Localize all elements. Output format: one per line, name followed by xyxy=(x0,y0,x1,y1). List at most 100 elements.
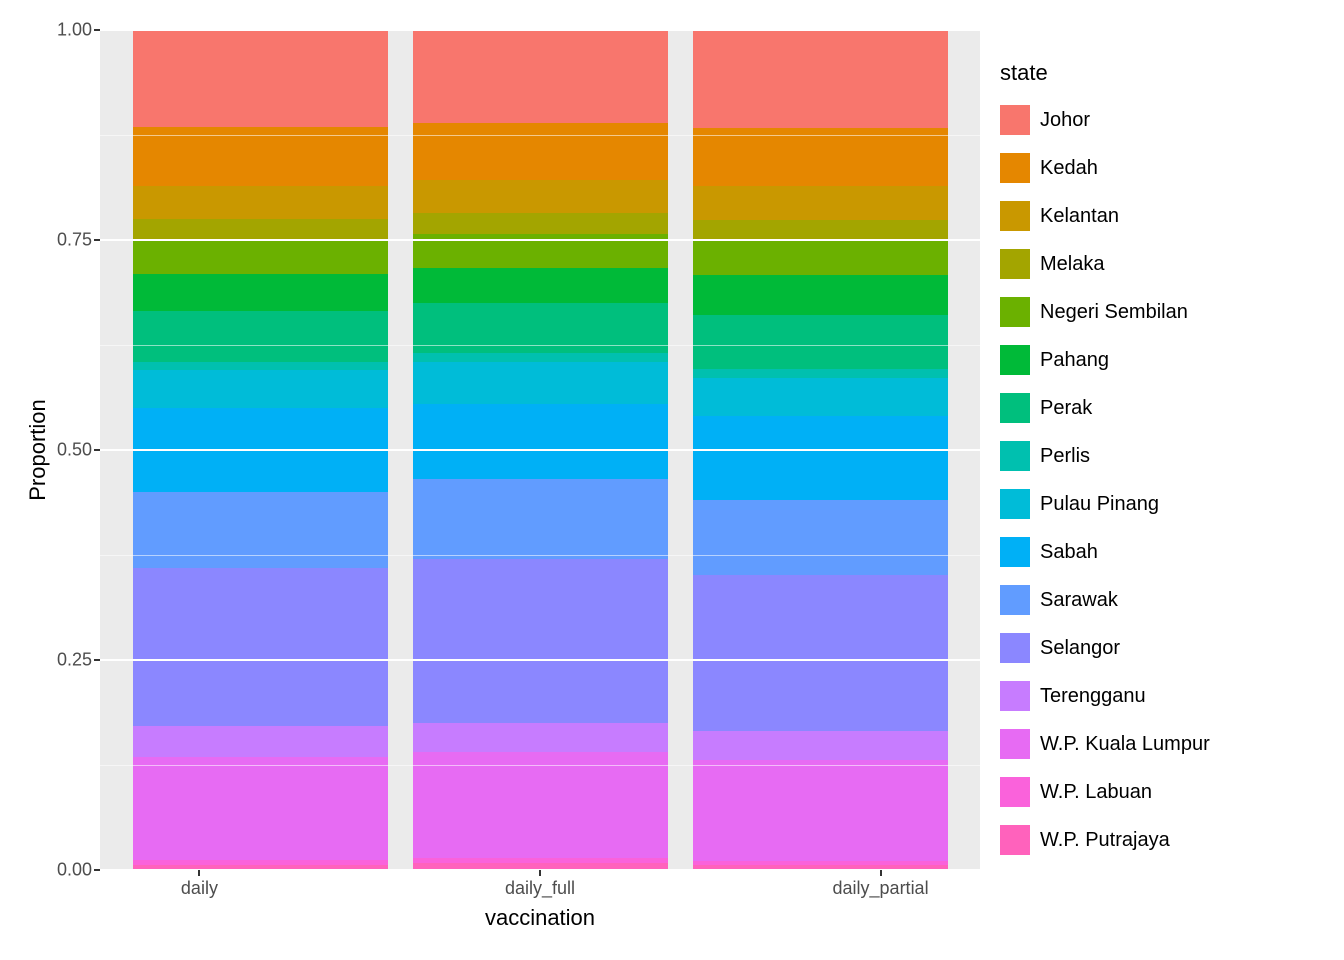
bar-segment xyxy=(133,30,388,127)
legend-swatch xyxy=(1000,585,1030,615)
bar-segment xyxy=(693,220,948,241)
bar-segment xyxy=(413,479,668,559)
x-tick-label: daily_partial xyxy=(833,878,929,899)
legend-label: Terengganu xyxy=(1040,685,1146,708)
bar-segment xyxy=(693,378,948,416)
bar-segment xyxy=(133,240,388,274)
legend-swatch xyxy=(1000,153,1030,183)
legend-swatch xyxy=(1000,105,1030,135)
bar-segment xyxy=(133,186,388,220)
legend-item: Pulau Pinang xyxy=(1000,488,1330,520)
legend-item: W.P. Labuan xyxy=(1000,776,1330,808)
y-tick-label: 0.00 xyxy=(50,860,92,881)
legend-title: state xyxy=(1000,60,1330,86)
legend-item: Sarawak xyxy=(1000,584,1330,616)
legend-label: Johor xyxy=(1040,109,1090,132)
bar-segment xyxy=(133,757,388,859)
bar-segment xyxy=(413,559,668,723)
legend-label: Kelantan xyxy=(1040,205,1119,228)
bar-segment xyxy=(693,575,948,730)
bar-segment xyxy=(693,731,948,760)
legend-item: Pahang xyxy=(1000,344,1330,376)
bar-segment xyxy=(133,370,388,408)
legend-item: W.P. Putrajaya xyxy=(1000,824,1330,856)
legend-swatch xyxy=(1000,681,1030,711)
x-tick-label: daily xyxy=(181,878,218,899)
legend-label: Kedah xyxy=(1040,157,1098,180)
legend-label: Perlis xyxy=(1040,445,1090,468)
bar-segment xyxy=(413,404,668,480)
legend-swatch xyxy=(1000,633,1030,663)
legend-item: W.P. Kuala Lumpur xyxy=(1000,728,1330,760)
bar-segment xyxy=(693,369,948,377)
bar-segment xyxy=(133,362,388,370)
legend-label: Sarawak xyxy=(1040,589,1118,612)
y-tick-label: 0.25 xyxy=(50,650,92,671)
legend-swatch xyxy=(1000,297,1030,327)
legend-item: Terengganu xyxy=(1000,680,1330,712)
bar-segment xyxy=(133,492,388,568)
legend-label: Pahang xyxy=(1040,349,1109,372)
legend-label: Perak xyxy=(1040,397,1092,420)
bar-segment xyxy=(693,241,948,275)
legend-swatch xyxy=(1000,777,1030,807)
legend-item: Selangor xyxy=(1000,632,1330,664)
bar-segment xyxy=(693,760,948,861)
bar-segment xyxy=(133,274,388,312)
bar-segment xyxy=(413,723,668,752)
bar-segment xyxy=(693,500,948,576)
bar-segment xyxy=(413,362,668,404)
y-tick-label: 0.75 xyxy=(50,230,92,251)
bar-segment xyxy=(693,416,948,500)
bar-segment xyxy=(413,123,668,180)
legend-label: W.P. Putrajaya xyxy=(1040,829,1170,852)
bar-segment xyxy=(133,127,388,186)
bar-segment xyxy=(133,219,388,240)
legend-item: Kelantan xyxy=(1000,200,1330,232)
legend-swatch xyxy=(1000,729,1030,759)
x-axis-label: vaccination xyxy=(485,905,595,931)
y-axis-label: Proportion xyxy=(25,399,51,501)
bar-segment xyxy=(693,315,948,370)
legend-item: Melaka xyxy=(1000,248,1330,280)
legend-swatch xyxy=(1000,201,1030,231)
y-tick-label: 1.00 xyxy=(50,20,92,41)
legend-item: Negeri Sembilan xyxy=(1000,296,1330,328)
legend-label: Selangor xyxy=(1040,637,1120,660)
legend-swatch xyxy=(1000,249,1030,279)
legend: state Johor Kedah Kelantan Melaka Negeri Sem… xyxy=(1000,60,1330,872)
bar-segment xyxy=(413,303,668,353)
legend-swatch xyxy=(1000,393,1030,423)
legend-item: Sabah xyxy=(1000,536,1330,568)
bar-segment xyxy=(133,311,388,361)
y-tick-label: 0.50 xyxy=(50,440,92,461)
legend-swatch xyxy=(1000,537,1030,567)
legend-label: Pulau Pinang xyxy=(1040,493,1159,516)
legend-item: Perak xyxy=(1000,392,1330,424)
bar-segment xyxy=(413,268,668,303)
bar-segment xyxy=(693,128,948,187)
legend-swatch xyxy=(1000,345,1030,375)
bar-segment xyxy=(133,568,388,726)
bar-segment xyxy=(413,180,668,214)
bar-segment xyxy=(413,30,668,122)
legend-swatch xyxy=(1000,825,1030,855)
bar-segment xyxy=(693,275,948,315)
bar-segment xyxy=(413,752,668,858)
legend-label: Melaka xyxy=(1040,253,1104,276)
legend-item: Perlis xyxy=(1000,440,1330,472)
legend-item: Kedah xyxy=(1000,152,1330,184)
legend-item: Johor xyxy=(1000,104,1330,136)
bar-segment xyxy=(693,30,948,127)
x-tick-label: daily_full xyxy=(505,878,575,899)
bar-segment xyxy=(413,213,668,234)
legend-label: Sabah xyxy=(1040,541,1098,564)
legend-swatch xyxy=(1000,489,1030,519)
bar-segment xyxy=(413,353,668,361)
bar-segment xyxy=(133,726,388,758)
legend-label: W.P. Kuala Lumpur xyxy=(1040,733,1210,756)
legend-swatch xyxy=(1000,441,1030,471)
figure: 0.00 0.25 0.50 0.75 1.00 daily daily_full dail… xyxy=(0,0,1344,960)
legend-label: W.P. Labuan xyxy=(1040,781,1152,804)
legend-label: Negeri Sembilan xyxy=(1040,301,1188,324)
